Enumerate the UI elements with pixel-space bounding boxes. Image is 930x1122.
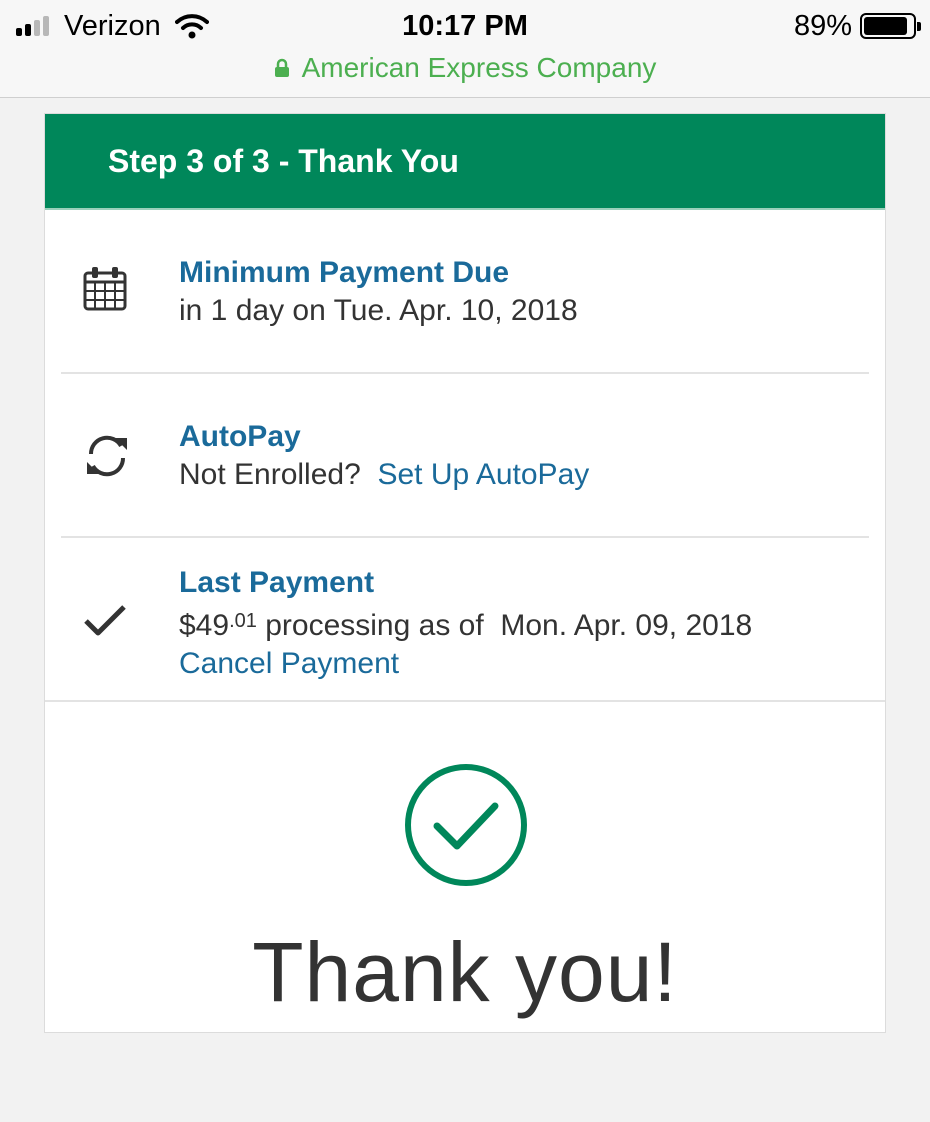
- payment-amount-cents: .01: [229, 610, 257, 632]
- url-bar[interactable]: American Express Company: [0, 48, 930, 88]
- payment-amount-dollars: $49: [179, 609, 230, 642]
- payment-date: Mon. Apr. 09, 2018: [500, 609, 753, 642]
- thank-you-message: Thank you!: [252, 925, 678, 1019]
- autopay-detail: Not Enrolled? Set Up AutoPay: [179, 456, 589, 494]
- site-name: American Express Company: [301, 52, 657, 83]
- battery-icon: [860, 13, 921, 39]
- status-right: 89%: [793, 8, 921, 44]
- success-check-circle-icon: [405, 764, 527, 886]
- last-payment-detail: $49.01 processing as of Mon. Apr. 09, 20…: [179, 602, 752, 645]
- autopay-title: AutoPay: [179, 420, 301, 453]
- set-up-autopay-link[interactable]: Set Up AutoPay: [377, 458, 589, 491]
- payment-amount: $49.01: [179, 609, 257, 642]
- checkmark-icon: [84, 605, 126, 636]
- step-title: Step 3 of 3 - Thank You: [108, 142, 459, 179]
- confirmation-section: Thank you!: [45, 702, 885, 1122]
- battery-percent: 89%: [793, 9, 852, 42]
- calendar-icon: [83, 267, 127, 311]
- lock-icon: [274, 58, 289, 77]
- autopay-text: AutoPay Not Enrolled? Set Up AutoPay: [179, 418, 589, 494]
- last-payment-title: Last Payment: [179, 566, 375, 599]
- autopay-status: Not Enrolled?: [179, 458, 361, 491]
- cancel-payment-link[interactable]: Cancel Payment: [179, 647, 399, 680]
- minimum-payment-row: Minimum Payment Due in 1 day on Tue. Apr…: [61, 210, 869, 374]
- autopay-row: AutoPay Not Enrolled? Set Up AutoPay: [61, 374, 869, 538]
- status-clock: 10:17 PM: [402, 10, 528, 42]
- step-header: Step 3 of 3 - Thank You: [45, 114, 885, 210]
- minimum-payment-text: Minimum Payment Due in 1 day on Tue. Apr…: [179, 254, 578, 330]
- last-payment-row: Last Payment $49.01 processing as of Mon…: [45, 538, 885, 702]
- minimum-payment-title: Minimum Payment Due: [179, 256, 510, 289]
- payment-card: Step 3 of 3 - Thank You Minimum Payment …: [44, 113, 886, 1033]
- payment-status: processing as of: [265, 609, 484, 642]
- status-bar: Verizon 10:17 PM 89% American Express Co…: [0, 0, 930, 98]
- last-payment-text: Last Payment $49.01 processing as of Mon…: [179, 564, 752, 683]
- minimum-payment-detail: in 1 day on Tue. Apr. 10, 2018: [179, 294, 578, 327]
- refresh-icon: [87, 435, 127, 477]
